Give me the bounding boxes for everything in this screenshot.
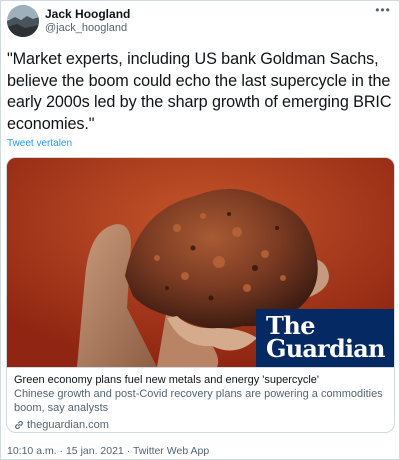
more-icon[interactable]: ••• [375,4,391,19]
tweet-container: Jack Hoogland @jack_hoogland ••• "Market… [0,0,400,460]
link-card[interactable]: The Guardian Green economy plans fuel ne… [6,157,395,433]
card-description[interactable]: Chinese growth and post-Covid recovery p… [14,387,392,415]
meta-separator: · [126,445,131,457]
link-icon [15,420,23,430]
tweet-header: Jack Hoogland @jack_hoogland ••• [1,1,399,47]
card-domain[interactable]: theguardian.com [14,418,109,432]
tweet-time[interactable]: 10:10 a.m. [7,445,57,457]
avatar-image [7,5,39,37]
guardian-logo-name: Guardian [266,334,385,363]
tweet-source[interactable]: Twitter Web App [133,445,209,457]
guardian-logo: The Guardian [256,309,394,367]
avatar[interactable] [7,5,39,37]
card-domain-label: theguardian.com [27,419,109,431]
tweet-date[interactable]: 15 jan. 2021 [66,445,124,457]
card-title[interactable]: Green economy plans fuel new metals and … [14,373,392,387]
author-names: Jack Hoogland @jack_hoogland [45,7,130,35]
translate-link[interactable]: Tweet vertalen [7,138,72,150]
card-image[interactable]: The Guardian [7,158,394,367]
author-handle[interactable]: @jack_hoogland [45,21,130,35]
author-display-name[interactable]: Jack Hoogland [45,7,130,21]
tweet-meta: 10:10 a.m. · 15 jan. 2021 · Twitter Web … [7,445,209,457]
tweet-text: "Market experts, including US bank Goldm… [7,50,392,133]
meta-separator: · [59,445,64,457]
card-body[interactable]: Green economy plans fuel new metals and … [7,367,394,432]
